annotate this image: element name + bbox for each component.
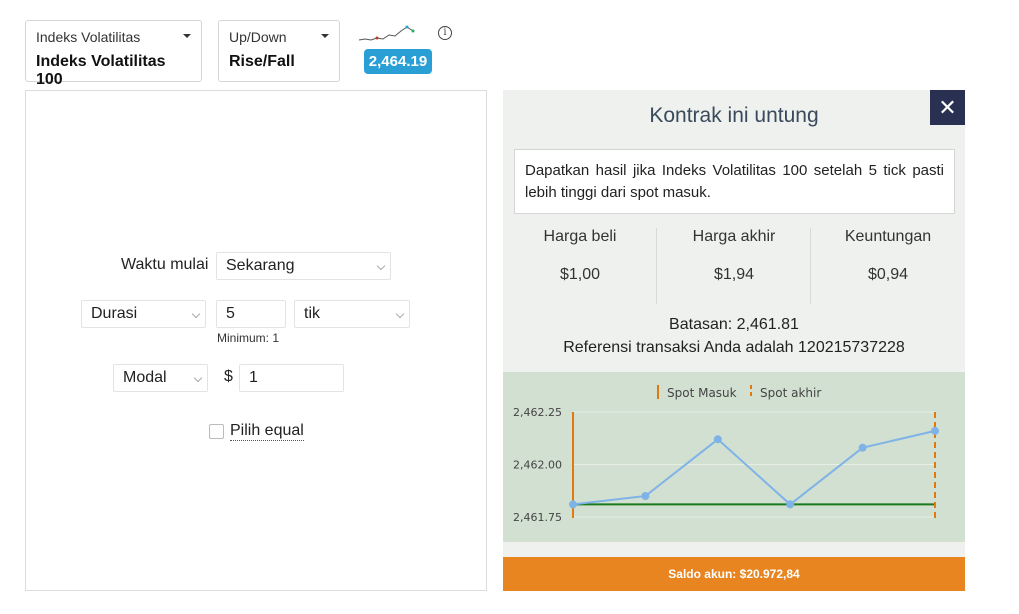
- start-time-label: Waktu mulai: [121, 256, 209, 273]
- close-button[interactable]: ✕: [930, 90, 965, 125]
- y-tick-label: 2,462.00: [513, 459, 562, 472]
- tick-point: [931, 426, 939, 435]
- legend-label: Spot akhir: [760, 386, 821, 400]
- chevron-down-icon: [193, 373, 203, 383]
- result-title: Kontrak ini untung: [649, 104, 819, 127]
- contract-description: Dapatkan hasil jika Indeks Volatilitas 1…: [514, 149, 955, 214]
- sparkline-chart: [358, 25, 415, 41]
- contract-result-panel: Kontrak ini untung Dapatkan hasil jika I…: [503, 90, 965, 591]
- profit-stat: Keuntungan $0,94: [811, 228, 965, 284]
- legend-label: Spot Masuk: [667, 386, 737, 400]
- trade-form-panel: Waktu mulai Sekarang Durasi 5 tik Minimu…: [25, 90, 487, 591]
- profit-value: $0,94: [867, 266, 909, 283]
- duration-input[interactable]: 5: [216, 300, 286, 328]
- trade-type-label: Up/Down: [229, 29, 287, 45]
- barrier-text: Batasan: 2,461.81: [669, 316, 799, 333]
- price-series: [569, 426, 939, 509]
- stake-type-dropdown[interactable]: Modal: [113, 364, 208, 392]
- stake-input[interactable]: 1: [239, 364, 344, 392]
- duration-input-value: 5: [226, 305, 235, 322]
- trade-type-value: Rise/Fall: [229, 53, 295, 70]
- caret-down-icon: [183, 34, 191, 38]
- stake-input-value: 1: [249, 369, 258, 386]
- transaction-reference: Referensi transaksi Anda adalah 12021573…: [563, 339, 905, 356]
- close-icon: ✕: [938, 95, 957, 120]
- account-balance-bar: Saldo akun: $20.972,84: [503, 557, 965, 591]
- spot-price-badge: 2,464.19: [364, 49, 432, 74]
- info-icon[interactable]: i: [438, 26, 452, 40]
- market-selector-label: Indeks Volatilitas: [36, 29, 141, 45]
- chart-legend: Spot Masuk Spot akhir: [657, 385, 821, 400]
- tick-point: [641, 492, 650, 500]
- duration-type-dropdown[interactable]: Durasi: [81, 300, 206, 328]
- currency-symbol: $: [224, 368, 233, 385]
- tick-point: [858, 443, 867, 452]
- tick-point: [569, 500, 577, 509]
- equal-checkbox[interactable]: [209, 424, 224, 439]
- y-tick-label: 2,462.25: [513, 406, 562, 419]
- equal-checkbox-label[interactable]: Pilih equal: [230, 422, 304, 441]
- caret-down-icon: [321, 34, 329, 38]
- buy-price-value: $1,00: [559, 266, 601, 283]
- final-price-stat: Harga akhir $1,94: [657, 228, 811, 284]
- final-price-value: $1,94: [713, 266, 755, 283]
- start-time-value: Sekarang: [226, 257, 295, 274]
- y-tick-label: 2,461.75: [513, 511, 562, 524]
- market-selector[interactable]: Indeks Volatilitas Indeks Volatilitas 10…: [25, 20, 202, 88]
- start-time-dropdown[interactable]: Sekarang: [216, 252, 391, 280]
- duration-minimum-note: Minimum: 1: [217, 331, 280, 345]
- tick-point: [786, 500, 795, 509]
- chevron-down-icon: [395, 309, 405, 319]
- buy-price-stat: Harga beli $1,00: [503, 228, 657, 284]
- tick-chart-svg: Spot Masuk Spot akhir 2,462.252,462.002,4…: [513, 385, 939, 524]
- final-price-label: Harga akhir: [692, 228, 776, 245]
- tick-point: [713, 435, 722, 444]
- price-line: [572, 429, 936, 506]
- chart-grid: [573, 411, 935, 518]
- profit-label: Keuntungan: [844, 228, 932, 245]
- buy-price-label: Harga beli: [543, 228, 617, 245]
- market-selector-value: Indeks Volatilitas 100: [36, 53, 166, 88]
- trade-type-selector[interactable]: Up/Down Rise/Fall: [218, 20, 340, 82]
- duration-unit-dropdown[interactable]: tik: [294, 300, 410, 328]
- stake-type-value: Modal: [123, 369, 167, 386]
- duration-type-value: Durasi: [91, 305, 138, 322]
- tick-chart: Spot Masuk Spot akhir 2,462.25 2,462.00 2,4…: [503, 372, 965, 542]
- duration-unit-value: tik: [304, 305, 320, 322]
- chevron-down-icon: [376, 261, 386, 271]
- chart-y-axis: 2,462.25 2,462.00 2,461.75: [513, 406, 562, 524]
- chevron-down-icon: [191, 309, 201, 319]
